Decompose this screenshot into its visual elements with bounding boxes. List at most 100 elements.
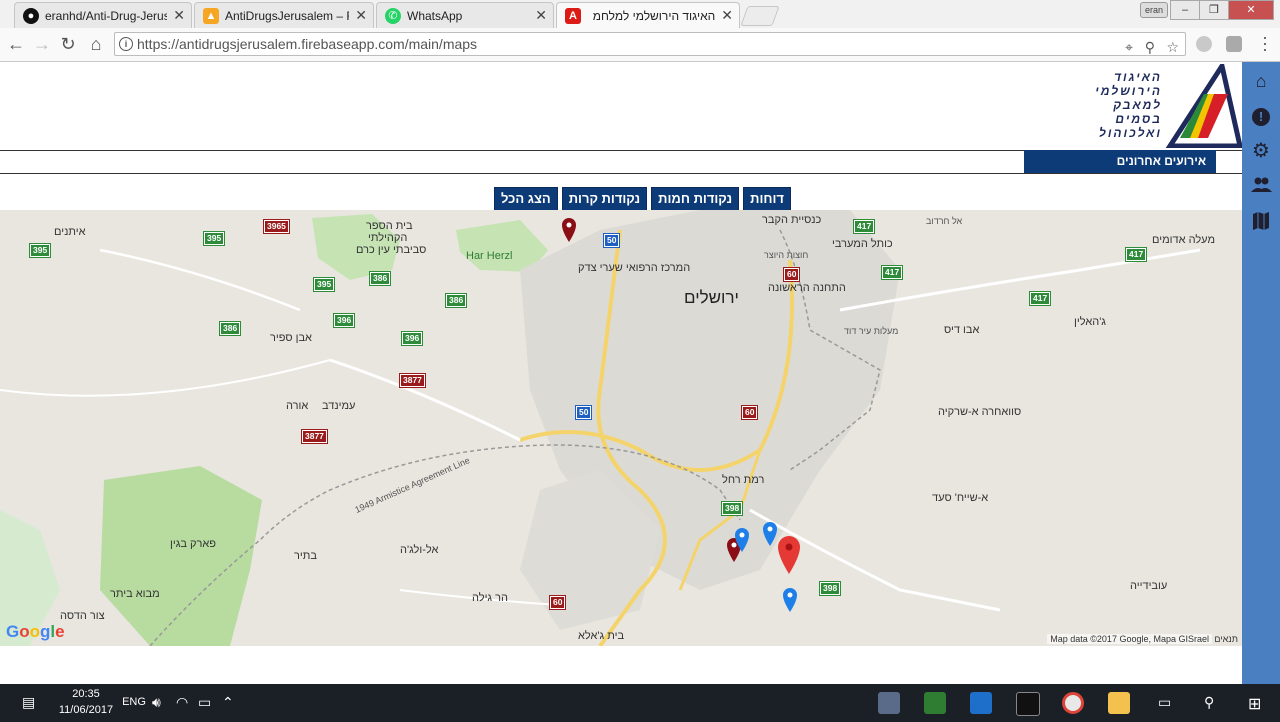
browser-tab-strip: ● eranhd/Anti-Drug-Jerusa ✕ ▲ AntiDrugsJ… — [0, 0, 1280, 28]
settings-icon[interactable]: ⚙ — [1250, 140, 1272, 162]
logo-text: בסמים — [1115, 112, 1162, 126]
maximize-button[interactable]: ❐ — [1199, 0, 1229, 20]
cold-spots-button[interactable]: נקודות קרות — [561, 187, 648, 211]
menu-icon[interactable]: · · · — [1262, 28, 1268, 58]
database-app-icon[interactable] — [878, 692, 900, 714]
home-icon[interactable]: ⌂ — [86, 34, 106, 55]
map-filter-bar: הצג הכל נקודות קרות נקודות חמות דוחות — [494, 187, 792, 211]
browser-tab[interactable]: ▲ AntiDrugsJerusalem – Re ✕ — [194, 2, 374, 28]
cold-spot-marker[interactable] — [561, 218, 577, 244]
shield-extension-icon[interactable] — [1226, 36, 1242, 52]
browser-toolbar: ← → ↻ ⌂ i https://antidrugsjerusalem.fir… — [0, 28, 1280, 62]
terminal-icon[interactable] — [1016, 692, 1040, 716]
recent-events-tab[interactable]: אירועים אחרונים — [1024, 150, 1216, 173]
angular-icon: A — [565, 7, 581, 24]
hot-spot-marker[interactable] — [762, 522, 778, 548]
language-indicator[interactable]: ENG — [120, 696, 148, 708]
profile-button[interactable]: eran — [1140, 2, 1168, 18]
reports-button[interactable]: דוחות — [743, 187, 792, 211]
extension-icon[interactable] — [1196, 36, 1212, 52]
location-icon[interactable]: ⌖ — [1125, 36, 1133, 58]
close-tab-icon[interactable]: ✕ — [173, 7, 185, 24]
taskbar-date: 11/06/2017 — [58, 704, 114, 716]
map-label: בית הספר — [366, 220, 413, 232]
map-terms-link[interactable]: תנאים — [1214, 634, 1238, 644]
hot-spot-marker[interactable] — [782, 588, 798, 614]
road-shield: 395 — [312, 277, 336, 292]
map-terrain — [0, 210, 1201, 646]
hot-spot-marker[interactable] — [734, 528, 750, 554]
map-icon[interactable] — [1250, 210, 1272, 232]
wifi-icon[interactable]: ◠ — [176, 694, 188, 711]
road-shield: 50 — [574, 405, 593, 420]
map-label: מעלות עיר דוד — [844, 326, 899, 336]
tab-title: האיגוד הירושלמי למלחמ — [592, 8, 716, 23]
logo-triangle-icon — [1165, 64, 1244, 148]
people-icon[interactable] — [1250, 174, 1272, 196]
map-label: אבו דיס — [944, 324, 980, 336]
battery-icon[interactable]: ▭ — [198, 694, 211, 711]
alert-icon[interactable]: ! — [1250, 104, 1272, 126]
visual-studio-icon[interactable] — [970, 692, 992, 714]
map-label: סוואחרה א-שרקיה — [938, 406, 1022, 418]
road-shield: 417 — [1028, 291, 1052, 306]
reload-icon[interactable]: ↻ — [58, 34, 78, 55]
taskbar-time: 20:35 — [72, 688, 100, 700]
show-all-button[interactable]: הצג הכל — [494, 187, 558, 211]
extension-pin-icon[interactable]: ⚲ — [1145, 36, 1155, 58]
road-shield: 417 — [1124, 247, 1148, 262]
map-label: פארק בגין — [170, 538, 216, 550]
tab-title: eranhd/Anti-Drug-Jerusa — [45, 8, 168, 23]
address-bar[interactable]: i https://antidrugsjerusalem.firebaseapp… — [114, 32, 1186, 56]
road-shield: 386 — [368, 271, 392, 286]
whatsapp-icon: ✆ — [385, 7, 401, 24]
close-window-button[interactable]: ✕ — [1228, 0, 1274, 20]
tab-title: AntiDrugsJerusalem – Re — [225, 8, 350, 23]
google-map[interactable]: ירושלים Har Herzl המרכז הרפואי שערי צדק … — [0, 210, 1242, 646]
show-hidden-icons-icon[interactable]: ⌃ — [222, 694, 234, 711]
map-label: חוצות היוצר — [764, 250, 809, 260]
back-icon[interactable]: ← — [6, 34, 26, 55]
file-explorer-icon[interactable] — [1108, 692, 1130, 714]
right-sidebar: ⌂ ! ⚙ — [1242, 62, 1280, 684]
search-icon[interactable]: ⚲ — [1204, 694, 1214, 711]
browser-tab[interactable]: ✆ WhatsApp ✕ — [376, 2, 554, 28]
volume-icon[interactable]: 🔊︎ — [152, 694, 161, 711]
minimize-button[interactable]: – — [1170, 0, 1200, 20]
road-shield: 3877 — [399, 373, 426, 388]
browser-tab[interactable]: ● eranhd/Anti-Drug-Jerusa ✕ — [14, 2, 192, 28]
task-view-icon[interactable]: ▭ — [1158, 694, 1171, 711]
map-label: המרכז הרפואי שערי צדק — [578, 262, 691, 274]
close-tab-icon[interactable]: ✕ — [721, 7, 733, 24]
home-icon[interactable]: ⌂ — [1250, 70, 1272, 92]
close-tab-icon[interactable]: ✕ — [355, 7, 367, 24]
bookmark-star-icon[interactable]: ☆ — [1166, 36, 1179, 58]
map-label: מבוא ביתר — [110, 588, 160, 600]
action-center-icon[interactable]: ▤ — [22, 694, 35, 711]
logo-text: האיגוד — [1113, 70, 1162, 84]
road-shield: 386 — [444, 293, 468, 308]
close-tab-icon[interactable]: ✕ — [535, 7, 547, 24]
forward-icon[interactable]: → — [32, 34, 52, 55]
windows-start-icon[interactable]: ⊞ — [1248, 694, 1261, 714]
map-label: א-שייח' סעד — [932, 492, 989, 504]
logo: האיגוד הירושלמי למאבק בסמים ואלכוהול — [1078, 64, 1244, 148]
map-label: בית ג'אלא — [578, 630, 625, 642]
map-label: צור הדסה — [60, 610, 105, 622]
report-marker[interactable] — [777, 536, 801, 576]
map-label: אל חרדוב — [926, 216, 963, 226]
road-shield: 3877 — [301, 429, 328, 444]
window-controls: – ❐ ✕ — [1170, 0, 1274, 20]
map-label: ג'האלין — [1074, 316, 1106, 328]
chrome-icon[interactable] — [1062, 692, 1084, 714]
info-icon[interactable]: i — [119, 37, 133, 51]
map-label: Har Herzl — [466, 250, 513, 262]
road-shield: 417 — [880, 265, 904, 280]
browser-tab-active[interactable]: A האיגוד הירושלמי למלחמ ✕ — [556, 2, 740, 28]
road-shield: 3965 — [263, 219, 290, 234]
map-label: הקהילתי — [368, 232, 408, 244]
excel-icon[interactable] — [924, 692, 946, 714]
new-tab-button[interactable] — [740, 6, 780, 26]
hot-spots-button[interactable]: נקודות חמות — [651, 187, 740, 211]
tab-title: WhatsApp — [407, 8, 463, 23]
